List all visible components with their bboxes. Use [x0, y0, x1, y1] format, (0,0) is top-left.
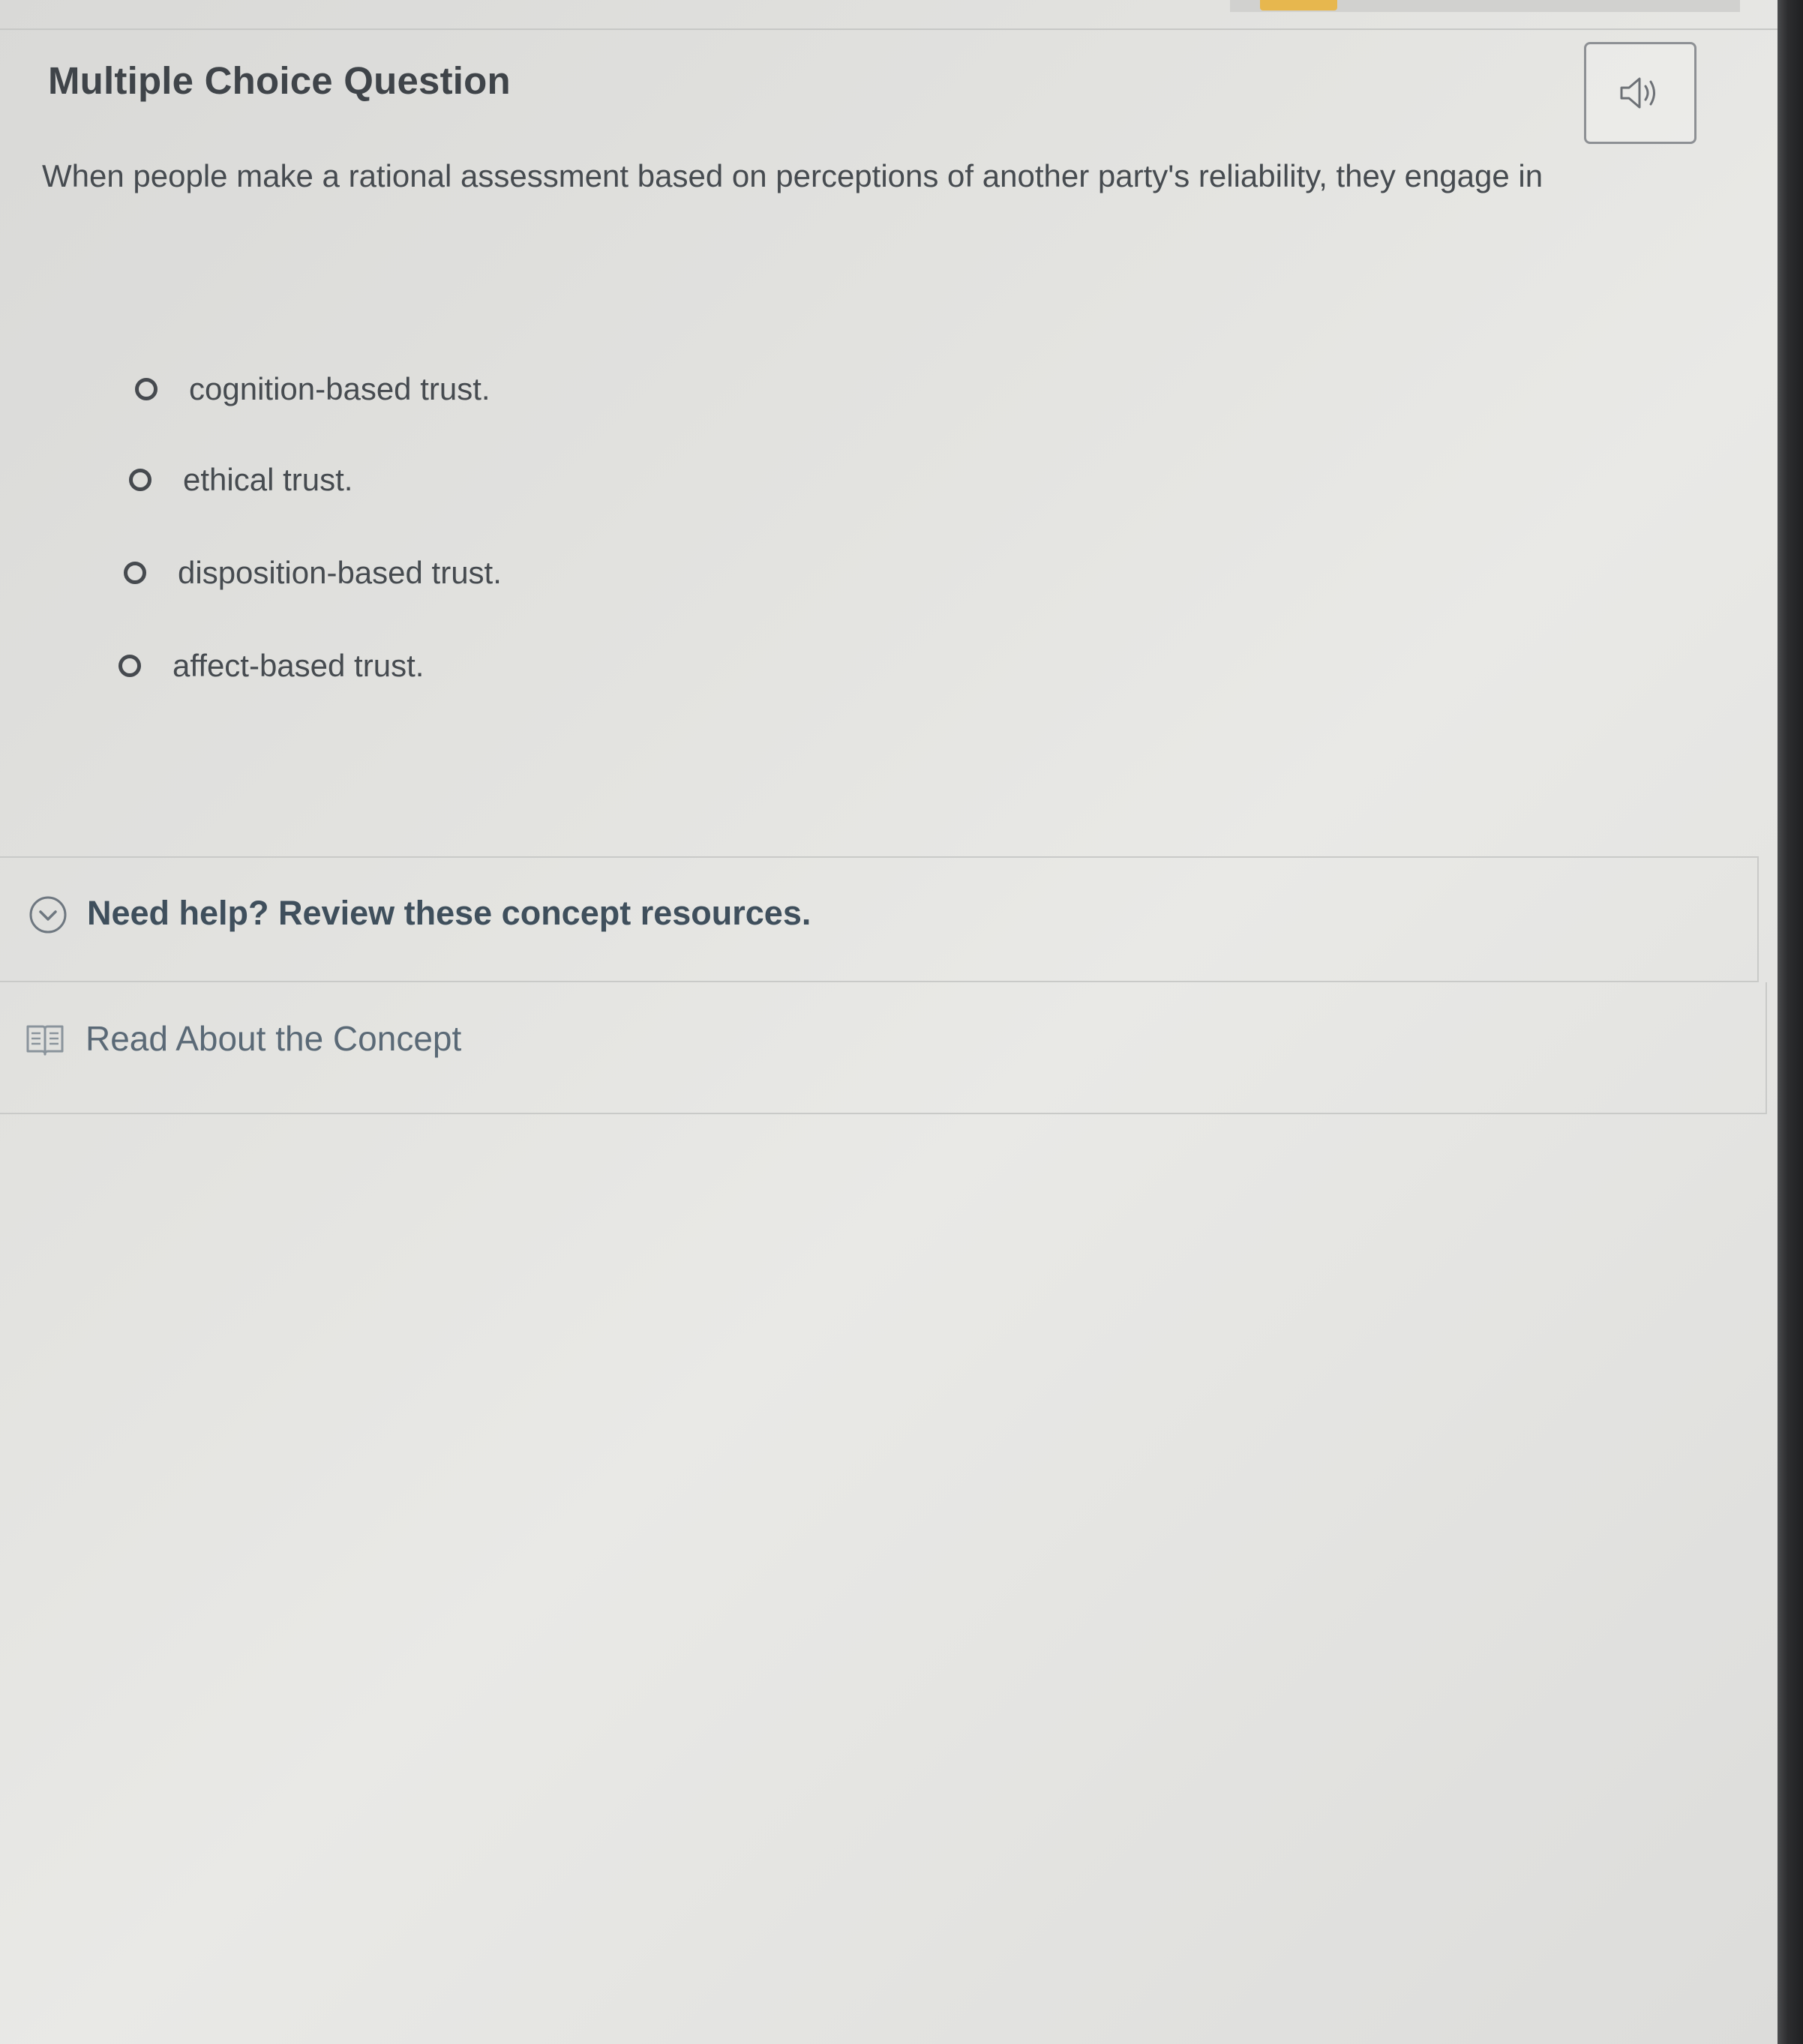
answer-option-label: cognition-based trust.	[189, 371, 490, 406]
radio-button[interactable]	[124, 562, 146, 584]
answer-option[interactable]: disposition-based trust.	[124, 555, 502, 591]
screen-edge	[1778, 0, 1803, 2044]
answer-option-label: disposition-based trust.	[178, 555, 502, 590]
answer-option[interactable]: affect-based trust.	[118, 648, 424, 684]
radio-button[interactable]	[118, 655, 141, 677]
concept-resources-toggle[interactable]: Need help? Review these concept resource…	[0, 856, 1759, 982]
question-prompt: When people make a rational assessment b…	[42, 158, 1544, 193]
answer-option-label: affect-based trust.	[172, 648, 424, 683]
speaker-icon	[1620, 77, 1655, 109]
read-about-concept-label: Read About the Concept	[86, 1019, 462, 1058]
answer-option-label: ethical trust.	[183, 462, 353, 497]
book-icon	[26, 1025, 64, 1056]
chevron-down-circle-icon	[29, 896, 67, 934]
read-about-concept-link[interactable]: Read About the Concept	[0, 982, 1767, 1114]
radio-button[interactable]	[129, 469, 152, 491]
progress-indicator	[1260, 0, 1337, 10]
header-divider	[0, 28, 1778, 30]
answer-option[interactable]: ethical trust.	[129, 462, 352, 498]
concept-resources-title: Need help? Review these concept resource…	[87, 894, 812, 932]
question-type-title: Multiple Choice Question	[48, 59, 511, 102]
radio-button[interactable]	[135, 378, 158, 400]
answer-option[interactable]: cognition-based trust.	[135, 371, 490, 407]
read-aloud-button[interactable]	[1584, 42, 1696, 144]
